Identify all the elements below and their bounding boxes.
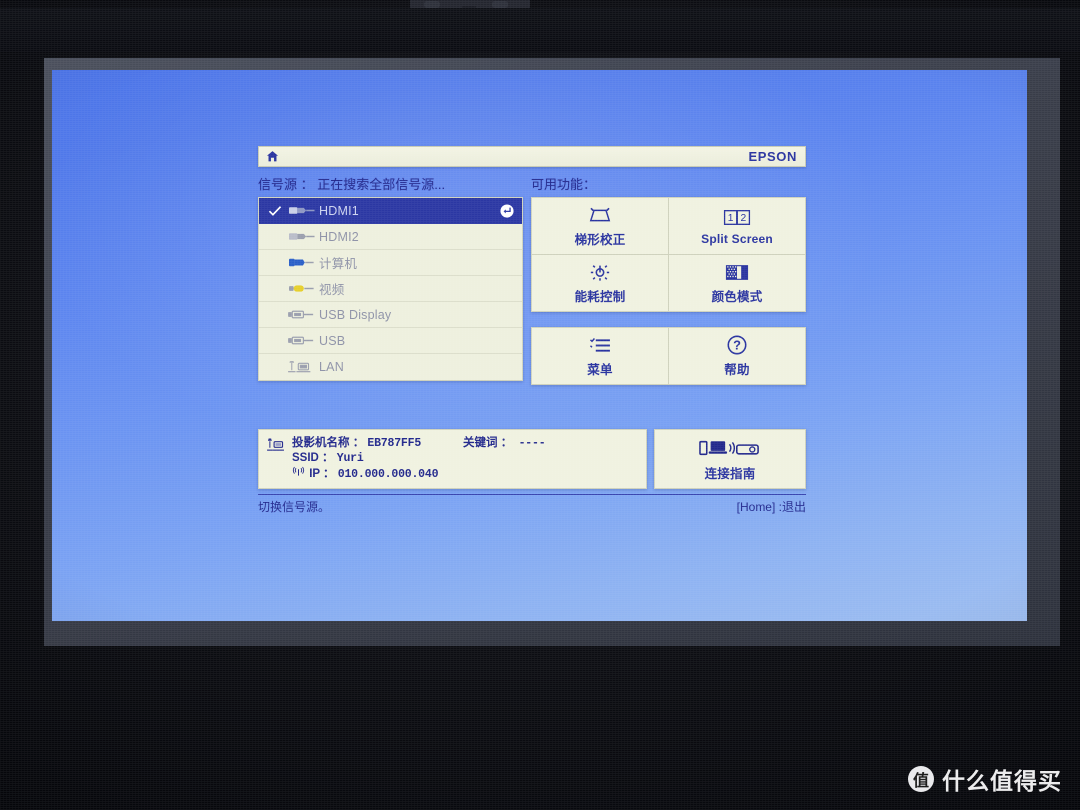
network-info-row: 投影机名称 ： EB787FF5 关键词 ： ---- SSID ： Yuri [258, 429, 806, 489]
connect-guide-button[interactable]: 连接指南 [654, 429, 806, 489]
source-label: USB [319, 333, 346, 348]
osd-column-labels: 信号源 ： 正在搜索全部信号源... 可用功能： [258, 174, 806, 193]
function-button-menu-list[interactable]: 菜单 [532, 328, 668, 384]
keyword-value: ---- [518, 437, 546, 450]
osd-header-bar: EPSON [258, 146, 806, 167]
ip-line: IP ： 010.000.000.040 [292, 466, 638, 482]
source-list: HDMI1 HDMI2 计算机 视频 USB Display USB LAN [258, 197, 523, 381]
home-icon[interactable] [266, 150, 279, 163]
menu-list-icon [589, 334, 612, 356]
split-screen-icon: 1 2 [723, 207, 751, 229]
function-button-label: 能耗控制 [574, 290, 626, 304]
hdmi-connector-icon [285, 230, 319, 243]
function-button-split-screen[interactable]: 1 2 Split Screen [669, 198, 805, 254]
function-button-color-mode[interactable]: 颜色模式 [669, 255, 805, 311]
footer-exit-hint: [Home] :退出 [736, 500, 806, 514]
source-row-计算机[interactable]: 计算机 [259, 250, 522, 276]
functions-section-label: 可用功能： [531, 177, 597, 192]
function-button-label: 梯形校正 [574, 233, 626, 247]
screen-valance [0, 8, 1080, 52]
ssid-key: SSID ： [292, 452, 334, 464]
connect-guide-label: 连接指南 [704, 466, 756, 481]
source-row-usb[interactable]: USB [259, 328, 522, 354]
ip-key: IP ： [309, 468, 335, 480]
wifi-signal-icon [292, 466, 306, 482]
watermark: 值 什么值得买 [908, 762, 1062, 796]
watermark-text: 什么值得买 [942, 769, 1062, 795]
source-row-hdmi1[interactable]: HDMI1 [259, 198, 522, 224]
function-grid-primary: 梯形校正 1 2 Split Screen 能耗控制 颜色模式 [531, 197, 806, 312]
source-row-hdmi2[interactable]: HDMI2 [259, 224, 522, 250]
usb-connector-icon [285, 308, 319, 321]
source-section-label: 信号源 ： 正在搜索全部信号源... [258, 177, 446, 192]
connect-guide-icon [699, 437, 761, 459]
source-row-lan[interactable]: LAN [259, 354, 522, 380]
projector-name-line: 投影机名称 ： EB787FF5 关键词 ： ---- [292, 436, 638, 451]
source-label: USB Display [319, 307, 392, 322]
help-question-icon: ? [726, 334, 748, 356]
projected-image: EPSON 信号源 ： 正在搜索全部信号源... 可用功能： HDMI1 HDM… [52, 70, 1027, 621]
source-label: HDMI2 [319, 229, 359, 244]
source-label: HDMI1 [319, 203, 359, 218]
selected-check-icon [265, 205, 285, 217]
footer-hint: 切换信号源。 [258, 500, 331, 514]
source-row-视频[interactable]: 视频 [259, 276, 522, 302]
function-button-label: 颜色模式 [711, 290, 763, 304]
epson-home-osd: EPSON 信号源 ： 正在搜索全部信号源... 可用功能： HDMI1 HDM… [258, 146, 806, 515]
power-consumption-icon [589, 261, 611, 283]
keyword-key: 关键词 ： [463, 437, 513, 449]
lan-network-icon [266, 436, 286, 482]
source-label: 视频 [319, 283, 345, 297]
projector-name-value: EB787FF5 [367, 437, 422, 450]
epson-brand-label: EPSON [748, 149, 797, 164]
function-button-keystone[interactable]: 梯形校正 [532, 198, 668, 254]
function-button-help-question[interactable]: ? 帮助 [669, 328, 805, 384]
color-mode-icon [725, 261, 749, 283]
hdmi-connector-icon [285, 204, 319, 217]
svg-text:1: 1 [728, 213, 734, 224]
room-photo: EPSON 信号源 ： 正在搜索全部信号源... 可用功能： HDMI1 HDM… [0, 0, 1080, 810]
lan-network-icon [285, 360, 319, 374]
source-label: 计算机 [319, 257, 358, 271]
usb-connector-icon [285, 334, 319, 347]
function-grid-secondary: 菜单 ? 帮助 [531, 327, 806, 385]
osd-footer: 切换信号源。 [Home] :退出 [258, 494, 806, 515]
ceiling-mount-nub-right [492, 1, 508, 8]
ssid-line: SSID ： Yuri [292, 451, 638, 466]
keystone-icon [588, 204, 612, 226]
ceiling-mount-nub-left [424, 1, 440, 8]
source-label: LAN [319, 360, 344, 374]
svg-text:2: 2 [740, 213, 746, 224]
projector-name-key: 投影机名称 ： [292, 437, 365, 449]
watermark-logo: 值 [908, 766, 934, 792]
function-button-label: Split Screen [701, 231, 773, 246]
ssid-value: Yuri [336, 452, 364, 465]
function-button-power-consumption[interactable]: 能耗控制 [532, 255, 668, 311]
osd-columns: HDMI1 HDMI2 计算机 视频 USB Display USB LAN 梯… [258, 197, 806, 385]
source-row-usb-display[interactable]: USB Display [259, 302, 522, 328]
ip-value: 010.000.000.040 [337, 468, 439, 481]
vga-connector-icon [285, 256, 319, 269]
svg-text:?: ? [733, 338, 741, 353]
composite-video-icon [285, 282, 319, 295]
function-button-label: 帮助 [724, 363, 750, 377]
projector-info-panel: 投影机名称 ： EB787FF5 关键词 ： ---- SSID ： Yuri [258, 429, 647, 489]
function-button-label: 菜单 [587, 363, 613, 377]
enter-key-icon [500, 203, 514, 218]
